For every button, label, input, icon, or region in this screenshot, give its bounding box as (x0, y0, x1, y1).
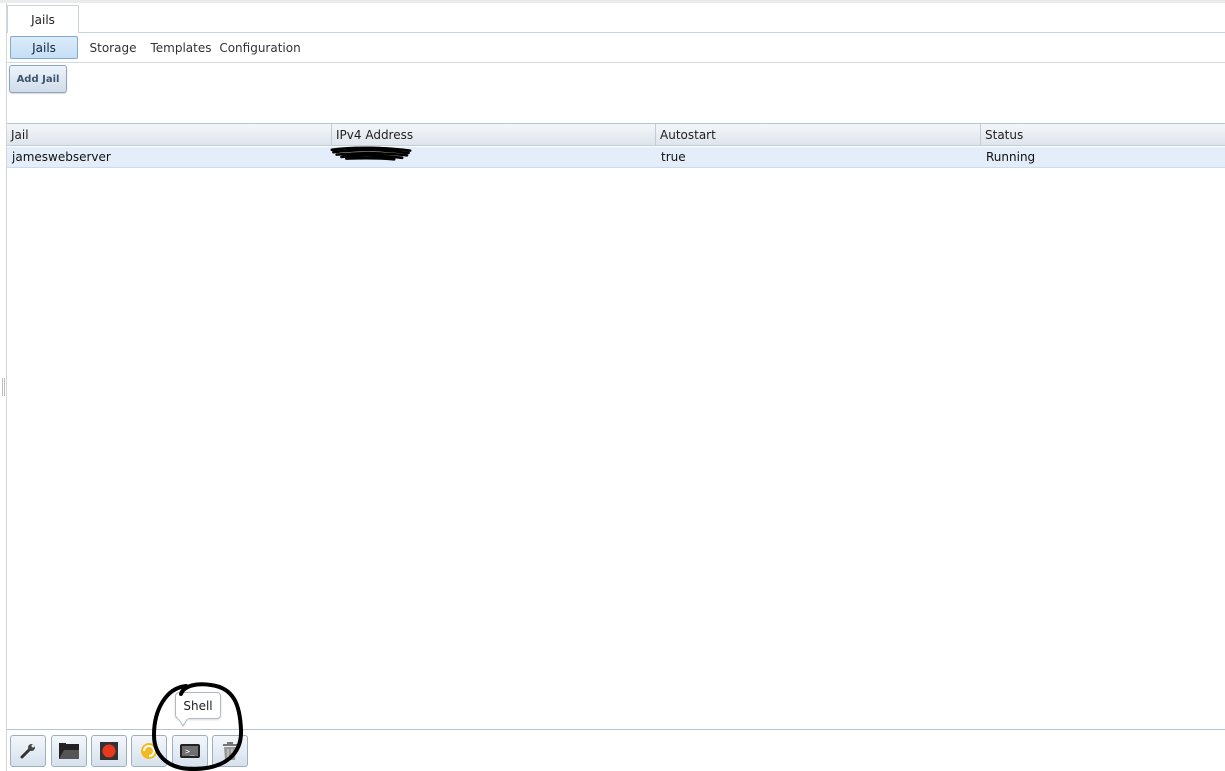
subtab-storage[interactable]: Storage (89, 36, 137, 59)
folder-icon (59, 743, 79, 759)
redaction-scribble (330, 146, 412, 161)
grid-header: Jail IPv4 Address Autostart Status (7, 124, 1225, 146)
subtab-jails[interactable]: Jails (10, 36, 78, 59)
svg-text:>_: >_ (185, 747, 195, 756)
column-header-ipv4[interactable]: IPv4 Address (332, 124, 656, 146)
tab-jails-label: Jails (31, 12, 55, 27)
tab-jails[interactable]: Jails (7, 5, 79, 33)
column-header-status[interactable]: Status (981, 124, 1225, 146)
bottom-toolbar: >_ (7, 729, 1225, 771)
column-header-jail[interactable]: Jail (7, 124, 332, 146)
tooltip-tail (178, 718, 188, 727)
subtab-templates-label: Templates (150, 40, 212, 55)
restart-button[interactable] (131, 735, 167, 767)
subtab-bar: Jails Storage Templates Configuration (7, 33, 1225, 63)
splitter-grip[interactable] (2, 378, 5, 396)
subtab-jails-label: Jails (32, 40, 56, 55)
column-header-autostart[interactable]: Autostart (656, 124, 981, 146)
shell-tooltip: Shell (175, 692, 221, 719)
cell-jail: jameswebserver (12, 150, 111, 164)
top-border (0, 0, 1225, 3)
jails-page: Jails Jails Storage Templates Configurat… (0, 0, 1225, 771)
wrench-icon (20, 744, 35, 759)
delete-button[interactable] (212, 735, 248, 767)
shell-icon: >_ (180, 744, 200, 758)
cell-status: Running (986, 150, 1036, 164)
jails-grid: Jail IPv4 Address Autostart Status james… (7, 123, 1225, 729)
trash-icon (223, 742, 237, 760)
add-jail-button[interactable]: Add Jail (9, 65, 67, 93)
storage-button[interactable] (51, 735, 87, 767)
subtab-configuration[interactable]: Configuration (219, 36, 301, 59)
cell-autostart: true (661, 150, 686, 164)
subtab-storage-label: Storage (89, 40, 137, 55)
restart-icon (141, 743, 157, 759)
stop-icon (100, 742, 118, 760)
shell-button[interactable]: >_ (172, 735, 208, 767)
table-row[interactable]: jameswebserver true Running (7, 147, 1225, 168)
subtab-configuration-label: Configuration (219, 40, 301, 55)
stop-button[interactable] (91, 735, 127, 767)
edit-button[interactable] (10, 735, 46, 767)
subtab-templates[interactable]: Templates (150, 36, 212, 59)
